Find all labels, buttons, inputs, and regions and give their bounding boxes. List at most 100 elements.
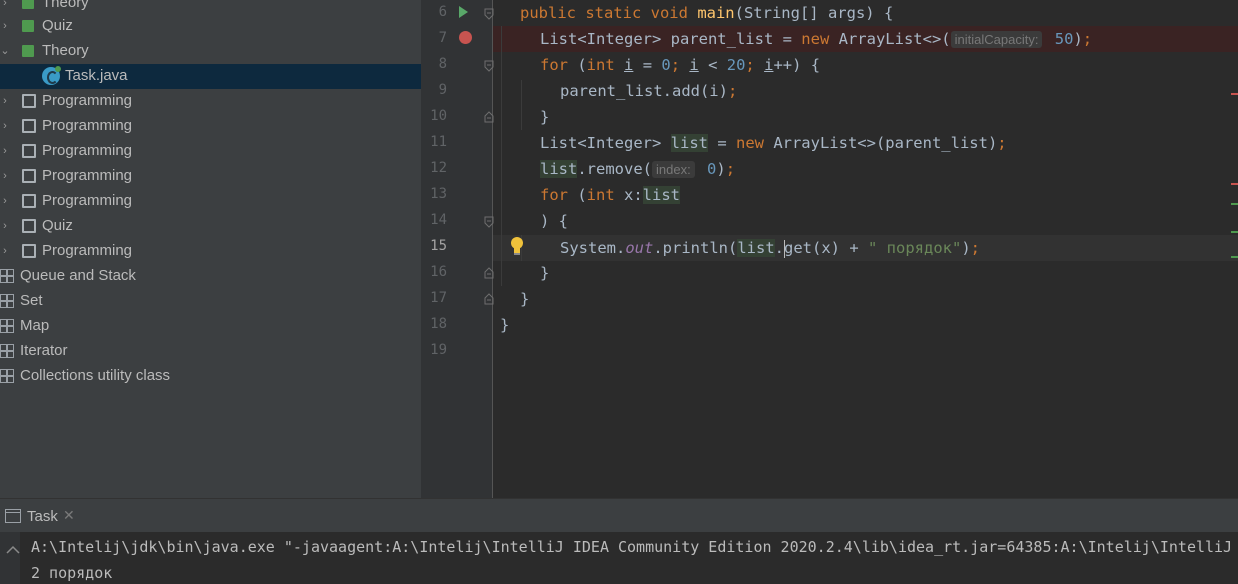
line-number: 9 bbox=[438, 82, 447, 98]
code-editor[interactable]: 6 7 8 9 10 11 12 13 14 15 16 17 18 19 pu… bbox=[421, 0, 1238, 498]
tree-item-label: Programming bbox=[42, 117, 133, 134]
line-number: 18 bbox=[430, 316, 447, 332]
tree-item-theory-expanded[interactable]: ⌄ Theory bbox=[0, 39, 421, 64]
code-line-12[interactable]: list.remove(index: 0); bbox=[540, 156, 735, 182]
line-number: 8 bbox=[438, 56, 447, 72]
empty-square-icon bbox=[22, 119, 36, 133]
chevron-right-icon[interactable]: › bbox=[0, 94, 12, 108]
indent-guide bbox=[521, 80, 522, 130]
chevron-right-icon[interactable]: › bbox=[0, 19, 12, 33]
tree-item-label: Collections utility class bbox=[20, 367, 171, 384]
tree-item-programming[interactable]: › Programming bbox=[0, 239, 421, 264]
code-line-6[interactable]: public static void main(String[] args) { bbox=[520, 0, 893, 26]
warning-stripe-mark[interactable] bbox=[1231, 203, 1238, 205]
chevron-right-icon[interactable]: › bbox=[0, 194, 12, 208]
tree-item-label: Programming bbox=[42, 167, 133, 184]
console-line: A:\Intelij\jdk\bin\java.exe "-javaagent:… bbox=[31, 538, 1238, 556]
console-toolbar bbox=[0, 532, 20, 584]
fold-icon[interactable] bbox=[484, 216, 494, 228]
line-number: 12 bbox=[430, 160, 447, 176]
console-output[interactable]: A:\Intelij\jdk\bin\java.exe "-javaagent:… bbox=[0, 532, 1238, 584]
run-tab-label: Task bbox=[27, 508, 58, 525]
empty-square-icon bbox=[22, 244, 36, 258]
error-stripe-mark[interactable] bbox=[1231, 183, 1238, 185]
fold-icon[interactable] bbox=[484, 8, 494, 20]
code-line-16[interactable]: } bbox=[540, 260, 549, 286]
fold-end-icon[interactable] bbox=[484, 293, 494, 305]
breakpoint-icon[interactable] bbox=[459, 31, 472, 44]
code-line-14[interactable]: ) { bbox=[540, 208, 568, 234]
tree-item-programming[interactable]: › Programming bbox=[0, 89, 421, 114]
tree-item-label: Quiz bbox=[42, 217, 73, 234]
run-icon[interactable] bbox=[459, 6, 468, 18]
tree-item-queue-and-stack[interactable]: Queue and Stack bbox=[0, 264, 421, 289]
chevron-right-icon[interactable]: › bbox=[0, 0, 12, 10]
chevron-right-icon[interactable]: › bbox=[0, 244, 12, 258]
console-icon bbox=[5, 509, 21, 523]
code-line-13[interactable]: for (int x:list bbox=[540, 182, 680, 208]
fold-end-icon[interactable] bbox=[484, 111, 494, 123]
empty-square-icon bbox=[22, 144, 36, 158]
chevron-right-icon[interactable]: › bbox=[0, 219, 12, 233]
code-line-18[interactable]: } bbox=[500, 312, 509, 338]
tree-item-label: Theory bbox=[42, 0, 89, 11]
code-line-15[interactable]: System.out.println(list.get(x) + " поряд… bbox=[560, 235, 980, 261]
fold-end-icon[interactable] bbox=[484, 267, 494, 279]
tree-item-task-java[interactable]: Task.java bbox=[0, 64, 421, 89]
tree-item-label: Programming bbox=[42, 142, 133, 159]
tree-item-programming[interactable]: › Programming bbox=[0, 164, 421, 189]
warning-stripe-mark[interactable] bbox=[1231, 256, 1238, 258]
tree-item-label: Iterator bbox=[20, 342, 68, 359]
code-line-7[interactable]: List<Integer> parent_list = new ArrayLis… bbox=[540, 26, 1092, 52]
console-line: 2 порядок bbox=[31, 564, 113, 582]
tree-item-label: Programming bbox=[42, 92, 133, 109]
indent-guide bbox=[501, 26, 502, 286]
line-number: 13 bbox=[430, 186, 447, 202]
parameter-hint: index: bbox=[651, 161, 695, 178]
tree-item-label: Task.java bbox=[65, 67, 128, 84]
tree-item-label: Theory bbox=[42, 42, 89, 59]
tree-item-quiz[interactable]: › Quiz bbox=[0, 14, 421, 39]
line-number: 14 bbox=[430, 212, 447, 228]
tree-item-set[interactable]: Set bbox=[0, 289, 421, 314]
fold-icon[interactable] bbox=[484, 60, 494, 72]
code-line-11[interactable]: List<Integer> list = new ArrayList<>(par… bbox=[540, 130, 1007, 156]
code-line-9[interactable]: parent_list.add(i); bbox=[560, 78, 737, 104]
empty-square-icon bbox=[22, 194, 36, 208]
tree-item-iterator[interactable]: Iterator bbox=[0, 339, 421, 364]
run-tab[interactable]: Task ✕ bbox=[0, 499, 90, 533]
empty-square-icon bbox=[22, 169, 36, 183]
grid-icon bbox=[0, 369, 14, 383]
tree-item-label: Queue and Stack bbox=[20, 267, 136, 284]
project-tree: › Theory › Quiz ⌄ Theory Task.java › Pro… bbox=[0, 0, 421, 498]
tree-item-map[interactable]: Map bbox=[0, 314, 421, 339]
tree-item-label: Programming bbox=[42, 192, 133, 209]
code-line-17[interactable]: } bbox=[520, 286, 529, 312]
tree-item-programming[interactable]: › Programming bbox=[0, 189, 421, 214]
line-number: 11 bbox=[430, 134, 447, 150]
line-number: 6 bbox=[438, 4, 447, 20]
tree-item-label: Programming bbox=[42, 242, 133, 259]
tree-item-quiz[interactable]: › Quiz bbox=[0, 214, 421, 239]
tree-item-label: Set bbox=[20, 292, 43, 309]
line-number: 7 bbox=[438, 30, 447, 46]
line-number-current: 15 bbox=[430, 238, 447, 254]
tree-item-collections-utility-class[interactable]: Collections utility class bbox=[0, 364, 421, 389]
close-icon[interactable]: ✕ bbox=[63, 507, 75, 524]
lightbulb-icon[interactable] bbox=[510, 236, 524, 256]
warning-stripe-mark[interactable] bbox=[1231, 231, 1238, 233]
grid-icon bbox=[0, 294, 14, 308]
code-line-10[interactable]: } bbox=[540, 104, 549, 130]
code-line-8[interactable]: for (int i = 0; i < 20; i++) { bbox=[540, 52, 820, 78]
grid-icon bbox=[0, 344, 14, 358]
chevron-right-icon[interactable]: › bbox=[0, 169, 12, 183]
chevron-right-icon[interactable]: › bbox=[0, 144, 12, 158]
run-tool-window-header: Task ✕ bbox=[0, 498, 1238, 532]
green-square-icon bbox=[22, 0, 34, 9]
chevron-down-icon[interactable]: ⌄ bbox=[0, 44, 12, 58]
error-stripe-mark[interactable] bbox=[1231, 93, 1238, 95]
tree-item-label: Map bbox=[20, 317, 50, 334]
tree-item-programming[interactable]: › Programming bbox=[0, 114, 421, 139]
tree-item-programming[interactable]: › Programming bbox=[0, 139, 421, 164]
chevron-right-icon[interactable]: › bbox=[0, 119, 12, 133]
